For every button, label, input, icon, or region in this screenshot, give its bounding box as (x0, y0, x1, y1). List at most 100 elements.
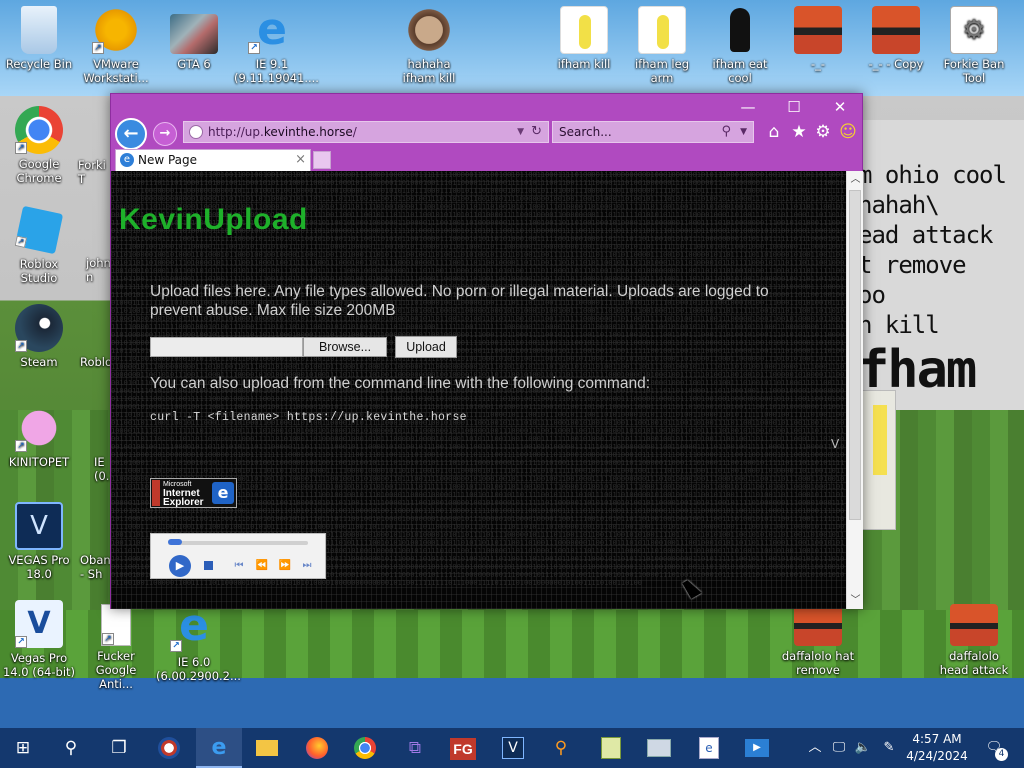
stickman-icon (560, 6, 608, 54)
favorites-icon[interactable]: ★ (789, 122, 809, 142)
browse-button[interactable]: Browse... (303, 337, 387, 357)
page-icon (189, 125, 203, 139)
notifications-icon[interactable]: 🗨 4 (980, 728, 1008, 768)
desktop-icon-ifham-kill[interactable]: ifham kill (546, 6, 622, 71)
video-player-icon[interactable]: ▶ (734, 728, 780, 768)
desktop-icon-ifham-leg-arm[interactable]: ifham leg arm (624, 6, 700, 85)
fast-forward-icon[interactable]: ⏩ (277, 559, 293, 573)
visual-studio-icon[interactable]: ⧉ (392, 728, 438, 768)
desktop-icon-label: Recycle Bin (5, 57, 73, 71)
refresh-icon[interactable]: ↻ (531, 122, 542, 142)
desktop-icon-dash[interactable]: -_- (780, 6, 856, 71)
desktop-icon-label: -_- (810, 57, 826, 71)
gta-icon (170, 14, 218, 54)
notification-count: 4 (995, 748, 1008, 761)
chrome-icon: ↗ (15, 106, 63, 154)
fl-studio-icon[interactable]: FG (440, 728, 486, 768)
page-scrollbar[interactable]: ︿ ﹀ (846, 171, 863, 609)
internet-explorer-taskbar-icon[interactable]: e (196, 728, 242, 768)
desktop-icon-dash-copy[interactable]: -_- - Copy (858, 6, 934, 71)
task-view-icon[interactable]: ❐ (96, 728, 142, 768)
tab-close-icon[interactable]: × (295, 150, 306, 170)
desktop-icon-vegas18[interactable]: V VEGAS Pro 18.0 (1, 502, 77, 581)
next-track-icon[interactable]: ⏭ (299, 559, 315, 573)
desktop-icon-chrome[interactable]: ↗ Google Chrome (1, 106, 77, 185)
search-box[interactable]: Search... ⚲ ▼ (552, 121, 754, 143)
search-icon[interactable]: ⚲ (721, 122, 731, 142)
new-tab-button[interactable] (313, 151, 331, 169)
notepad-plus-icon[interactable] (588, 728, 634, 768)
address-bar[interactable]: http://up.kevinthe.horse/ ▼ ↻ (183, 121, 549, 143)
stickman-icon (638, 6, 686, 54)
curl-command: curl -T <filename> https://up.kevinthe.h… (150, 411, 467, 424)
pen-icon[interactable]: ✎ (878, 728, 900, 768)
taskbar-clock[interactable]: 4:57 AM 4/24/2024 (898, 731, 976, 765)
desktop-icon-steam[interactable]: ↗ Steam (1, 304, 77, 369)
start-button[interactable]: ⊞ (0, 728, 46, 768)
magnifier-icon[interactable]: ⚲ (538, 728, 584, 768)
taskbar-search-icon[interactable]: ⚲ (48, 728, 94, 768)
maximize-button[interactable]: ☐ (771, 96, 817, 118)
volume-muted-icon[interactable]: 🔈 (852, 728, 874, 768)
clock-time: 4:57 AM (912, 732, 962, 746)
face-icon (405, 6, 453, 54)
desktop-icon-fucker-google[interactable]: ↗ Fucker Google Anti... (78, 604, 154, 691)
seek-handle[interactable] (168, 539, 182, 545)
computer-icon[interactable] (636, 728, 682, 768)
scroll-thumb[interactable] (849, 190, 861, 520)
word-document-icon[interactable]: e (686, 728, 732, 768)
vegas-taskbar-icon[interactable]: V (490, 728, 536, 768)
chrome-taskbar-icon[interactable] (342, 728, 388, 768)
search-dropdown-icon[interactable]: ▼ (740, 122, 747, 142)
desktop-icon-kinitopet[interactable]: ↗ KINITOPET (1, 404, 77, 469)
desktop-icon-ifham-eat[interactable]: ifham eat cool (702, 6, 778, 85)
previous-track-icon[interactable]: ⏮ (231, 559, 247, 573)
desktop-icon-ie91[interactable]: e ↗ IE 9.1 (9.11.19041.... (234, 6, 319, 86)
desktop-icon-label: ifham leg arm (634, 57, 689, 85)
desktop-icon-partial-forkie[interactable]: Forki T (78, 158, 112, 186)
desktop-icon-daffalolo-hat[interactable]: daffalolo hat remove (780, 604, 856, 677)
browser-window: — ☐ ✕ ← → http://up.kevinthe.horse/ ▼ ↻ … (110, 93, 863, 609)
desktop-icon-partial-obama[interactable]: Oban - Sh (80, 553, 112, 581)
ie-badge[interactable]: Microsoft Internet Explorer e (150, 478, 237, 508)
vegas-icon: V ↗ (15, 600, 63, 648)
forward-button[interactable]: → (153, 122, 177, 146)
desktop-icon-forkie-ban-tool[interactable]: ⚙ Forkie Ban Tool (936, 6, 1012, 85)
desktop-icon-vegas14[interactable]: V ↗ Vegas Pro 14.0 (64-bit) (1, 600, 77, 679)
desktop-icon-partial-roblox[interactable]: Roblo (80, 355, 112, 369)
stop-button[interactable] (204, 561, 213, 570)
desktop-icon-gta6[interactable]: GTA 6 (156, 6, 232, 71)
address-dropdown-icon[interactable]: ▼ (517, 122, 524, 142)
play-button[interactable]: ▶ (169, 555, 191, 577)
v-mark: V (831, 437, 840, 451)
forward-arrow-icon: → (159, 126, 171, 141)
desktop-icon-recycle-bin[interactable]: Recycle Bin (1, 6, 77, 71)
desktop-icon-roblox-studio[interactable]: ↗ Roblox Studio (1, 205, 77, 285)
close-button[interactable]: ✕ (817, 96, 863, 118)
upload-button[interactable]: Upload (395, 336, 457, 358)
desktop-icon-partial-john[interactable]: john n (86, 256, 112, 284)
desktop-icon-hahaha[interactable]: hahaha ifham kill (391, 6, 467, 85)
obama-app-icon[interactable] (146, 728, 192, 768)
settings-gear-icon[interactable]: ⚙ (813, 122, 833, 142)
navigation-bar: ← → http://up.kevinthe.horse/ ▼ ↻ Search… (111, 116, 862, 150)
smiley-feedback-icon[interactable]: ☺ (838, 122, 858, 142)
avatar-icon (794, 604, 842, 646)
file-explorer-icon[interactable] (244, 728, 290, 768)
site-logo: KevinUpload (119, 203, 308, 236)
scroll-down-icon[interactable]: ﹀ (847, 592, 864, 609)
minimize-button[interactable]: — (725, 96, 771, 118)
desktop-icon-ie6[interactable]: e ↗ IE 6.0 (6.00.2900.2... (156, 604, 241, 684)
desktop-icon-daffalolo-head[interactable]: daffalolo head attack (936, 604, 1012, 677)
file-path-field[interactable] (150, 337, 303, 357)
home-icon[interactable]: ⌂ (764, 122, 784, 142)
back-button[interactable]: ← (115, 118, 147, 150)
scroll-up-icon[interactable]: ︿ (847, 171, 864, 188)
seek-bar[interactable] (168, 541, 308, 545)
tab-new-page[interactable]: e New Page × (115, 149, 311, 171)
network-icon[interactable]: 🖵 (828, 728, 850, 768)
rewind-icon[interactable]: ⏪ (254, 559, 270, 573)
firefox-icon[interactable] (294, 728, 340, 768)
desktop-icon-vmware[interactable]: ↗ VMware Workstati... (78, 6, 154, 85)
show-hidden-icons-chevron-icon[interactable]: ︿ (806, 728, 824, 768)
